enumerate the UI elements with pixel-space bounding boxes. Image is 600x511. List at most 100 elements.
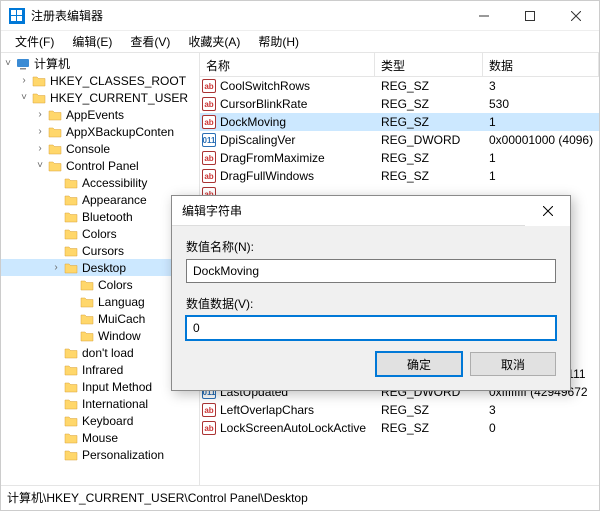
minimize-button[interactable] [461, 1, 507, 30]
chevron-right-icon[interactable]: › [33, 109, 47, 120]
tree-label: Window [98, 329, 141, 343]
tree-item[interactable]: International [1, 395, 199, 412]
tree-item[interactable]: Keyboard [1, 412, 199, 429]
folder-icon [63, 379, 79, 395]
list-row[interactable]: abCursorBlinkRateREG_SZ530 [200, 95, 599, 113]
value-data: 1 [483, 169, 599, 183]
tree-item[interactable]: Languag [1, 293, 199, 310]
value-data: 1 [483, 115, 599, 129]
list-row[interactable]: 011DpiScalingVerREG_DWORD0x00001000 (409… [200, 131, 599, 149]
maximize-button[interactable] [507, 1, 553, 30]
dialog-close-button[interactable] [525, 196, 570, 226]
folder-icon [63, 447, 79, 463]
folder-icon [47, 141, 63, 157]
tree-label: Console [66, 142, 110, 156]
tree-item[interactable]: ›AppXBackupConten [1, 123, 199, 140]
tree-item[interactable]: don't load [1, 344, 199, 361]
dialog-title: 编辑字符串 [182, 202, 525, 219]
tree-item[interactable]: Colors [1, 225, 199, 242]
app-icon [9, 8, 25, 24]
menu-view[interactable]: 查看(V) [122, 31, 178, 52]
folder-icon [79, 328, 95, 344]
folder-icon [47, 107, 63, 123]
tree-label: Accessibility [82, 176, 147, 190]
menu-edit[interactable]: 编辑(E) [64, 31, 120, 52]
folder-icon [79, 294, 95, 310]
col-name[interactable]: 名称 [200, 53, 375, 76]
folder-icon [63, 175, 79, 191]
tree-item[interactable]: ›Desktop [1, 259, 199, 276]
list-row[interactable]: abDockMovingREG_SZ1 [200, 113, 599, 131]
chevron-down-icon[interactable]: ˅ [33, 160, 47, 171]
value-data: 0x00001000 (4096) [483, 133, 599, 147]
folder-icon [47, 124, 63, 140]
value-data: 3 [483, 403, 599, 417]
value-name-input[interactable] [186, 259, 556, 283]
col-type[interactable]: 类型 [375, 53, 483, 76]
tree-label: HKEY_CURRENT_USER [50, 91, 188, 105]
folder-icon [63, 362, 79, 378]
tree-item[interactable]: Window [1, 327, 199, 344]
folder-icon [79, 311, 95, 327]
chevron-right-icon[interactable]: › [49, 262, 63, 273]
menu-favorites[interactable]: 收藏夹(A) [180, 31, 248, 52]
tree-item[interactable]: ˅Control Panel [1, 157, 199, 174]
tree-root[interactable]: ˅ 计算机 [1, 55, 199, 72]
folder-icon [63, 396, 79, 412]
value-name: DpiScalingVer [218, 133, 375, 147]
list-row[interactable]: abDragFullWindowsREG_SZ1 [200, 167, 599, 185]
chevron-right-icon[interactable]: › [33, 143, 47, 154]
dialog-titlebar[interactable]: 编辑字符串 [172, 196, 570, 226]
menubar: 文件(F) 编辑(E) 查看(V) 收藏夹(A) 帮助(H) [1, 31, 599, 53]
value-type: REG_SZ [375, 151, 483, 165]
value-data: 0 [483, 421, 599, 435]
computer-icon [15, 56, 31, 72]
tree-item[interactable]: Infrared [1, 361, 199, 378]
tree-item[interactable]: Bluetooth [1, 208, 199, 225]
close-button[interactable] [553, 1, 599, 30]
string-value-icon: ab [202, 115, 216, 129]
ok-button[interactable]: 确定 [376, 352, 462, 376]
dword-value-icon: 011 [202, 133, 216, 147]
tree-item[interactable]: Appearance [1, 191, 199, 208]
tree-item[interactable]: ›HKEY_CLASSES_ROOT [1, 72, 199, 89]
chevron-right-icon[interactable]: › [17, 75, 31, 86]
string-value-icon: ab [202, 169, 216, 183]
menu-file[interactable]: 文件(F) [7, 31, 62, 52]
chevron-down-icon[interactable]: ˅ [1, 58, 15, 69]
col-data[interactable]: 数据 [483, 53, 599, 76]
folder-icon [63, 243, 79, 259]
tree-item[interactable]: ›AppEvents [1, 106, 199, 123]
tree-label: don't load [82, 346, 134, 360]
cancel-button[interactable]: 取消 [470, 352, 556, 376]
list-row[interactable]: abLeftOverlapCharsREG_SZ3 [200, 401, 599, 419]
edit-string-dialog: 编辑字符串 数值名称(N): 数值数据(V): 确定 取消 [171, 195, 571, 391]
string-value-icon: ab [202, 79, 216, 93]
chevron-down-icon[interactable]: ˅ [17, 92, 31, 103]
list-row[interactable]: abDragFromMaximizeREG_SZ1 [200, 149, 599, 167]
tree-item[interactable]: Personalization [1, 446, 199, 463]
tree-item[interactable]: Input Method [1, 378, 199, 395]
statusbar: 计算机\HKEY_CURRENT_USER\Control Panel\Desk… [1, 485, 599, 509]
tree-item[interactable]: MuiCach [1, 310, 199, 327]
menu-help[interactable]: 帮助(H) [250, 31, 307, 52]
value-type: REG_SZ [375, 403, 483, 417]
tree-item[interactable]: ˅ HKEY_CURRENT_USER [1, 89, 199, 106]
tree-item[interactable]: › Console [1, 140, 199, 157]
tree-item[interactable]: Accessibility [1, 174, 199, 191]
list-row[interactable]: abCoolSwitchRowsREG_SZ3 [200, 77, 599, 95]
folder-icon [47, 158, 63, 174]
list-row[interactable]: abLockScreenAutoLockActiveREG_SZ0 [200, 419, 599, 437]
tree-item[interactable]: Cursors [1, 242, 199, 259]
tree-label: Colors [82, 227, 117, 241]
value-data: 1 [483, 151, 599, 165]
value-type: REG_SZ [375, 169, 483, 183]
tree-item[interactable]: Mouse [1, 429, 199, 446]
list-header: 名称 类型 数据 [200, 53, 599, 77]
value-data-label: 数值数据(V): [186, 295, 556, 312]
tree-item[interactable]: Colors [1, 276, 199, 293]
tree-label: MuiCach [98, 312, 145, 326]
chevron-right-icon[interactable]: › [33, 126, 47, 137]
value-data-input[interactable] [186, 316, 556, 340]
folder-icon [63, 226, 79, 242]
